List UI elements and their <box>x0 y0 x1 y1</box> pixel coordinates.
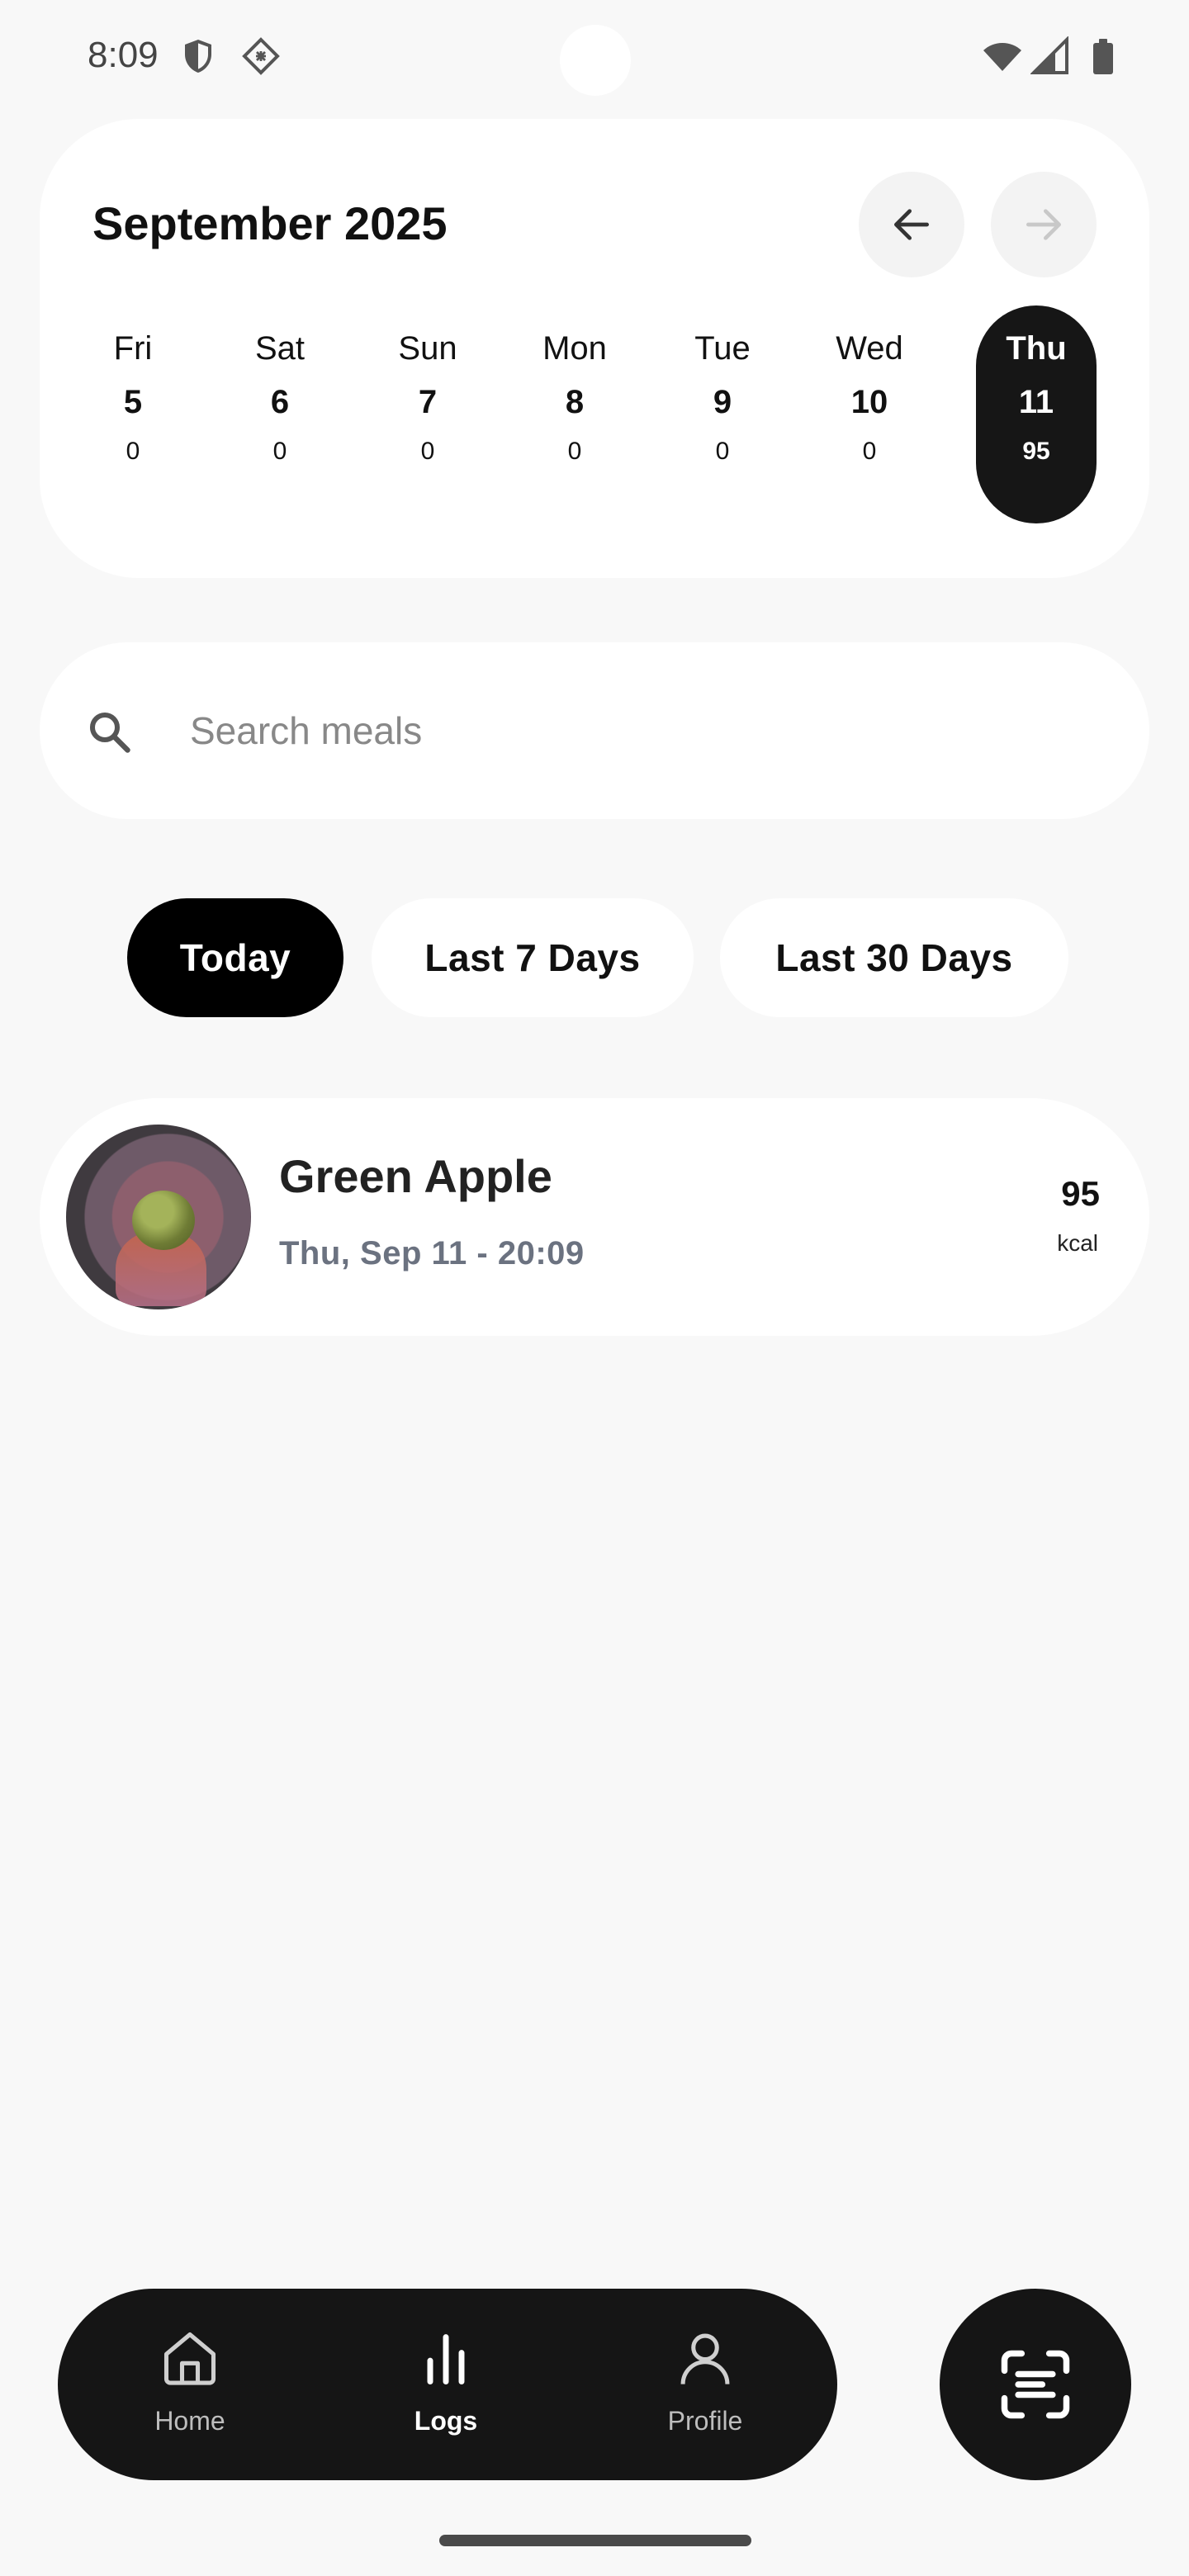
day-name: Sat <box>254 330 306 367</box>
meal-photo-apple <box>132 1191 195 1250</box>
previous-week-button[interactable] <box>859 172 964 277</box>
day-kcal: 0 <box>567 438 582 465</box>
wifi-icon <box>983 43 1021 71</box>
status-time: 8:09 <box>88 35 159 75</box>
day-kcal: 95 <box>1022 438 1050 465</box>
day-tue[interactable]: Tue 9 0 <box>662 305 783 523</box>
nav-label: Home <box>154 2406 225 2436</box>
day-kcal: 0 <box>420 438 435 465</box>
person-icon <box>680 2333 730 2384</box>
day-sat[interactable]: Sat 6 0 <box>220 305 340 523</box>
meal-time: Thu, Sep 11 - 20:09 <box>279 1235 585 1271</box>
meal-name: Green Apple <box>279 1150 552 1202</box>
bar-chart-icon <box>427 2334 465 2384</box>
nav-label: Profile <box>667 2406 743 2436</box>
next-week-button[interactable] <box>991 172 1097 277</box>
filter-chip-last-7-days[interactable]: Last 7 Days <box>372 898 694 1017</box>
calendar-card: September 2025 Fri 5 0 Sat 6 0 Sun 7 0 M… <box>40 119 1149 578</box>
chip-label: Today <box>179 936 291 979</box>
day-name: Mon <box>542 330 607 367</box>
day-kcal: 0 <box>862 438 877 465</box>
home-indicator[interactable] <box>439 2535 751 2546</box>
search-icon <box>90 713 130 753</box>
search-bar <box>40 642 1149 819</box>
camera-cutout <box>560 25 631 96</box>
day-fri[interactable]: Fri 5 0 <box>73 305 193 523</box>
scan-icon <box>1001 2350 1070 2419</box>
day-name: Tue <box>694 330 751 367</box>
nav-logs[interactable]: Logs <box>363 2289 528 2480</box>
meal-list-item[interactable]: Green Apple Thu, Sep 11 - 20:09 95 kcal <box>40 1098 1149 1336</box>
arrow-left-icon <box>894 209 929 240</box>
meal-kcal-unit: kcal <box>1057 1230 1098 1256</box>
week-days-row: Fri 5 0 Sat 6 0 Sun 7 0 Mon 8 0 Tue 9 0 … <box>40 305 1149 523</box>
nav-home[interactable]: Home <box>107 2289 272 2480</box>
day-number: 9 <box>713 384 732 420</box>
day-number: 7 <box>418 384 438 420</box>
arrow-right-icon <box>1026 209 1061 240</box>
nav-label: Logs <box>414 2406 478 2436</box>
month-title: September 2025 <box>92 197 448 249</box>
day-sun[interactable]: Sun 7 0 <box>367 305 488 523</box>
day-kcal: 0 <box>272 438 287 465</box>
day-wed[interactable]: Wed 10 0 <box>809 305 930 523</box>
day-number: 11 <box>1018 384 1054 420</box>
bottom-navigation: Home Logs Profile <box>58 2289 837 2480</box>
day-thu-selected[interactable]: Thu 11 95 <box>976 305 1097 523</box>
day-kcal: 0 <box>715 438 730 465</box>
chip-label: Last 7 Days <box>424 936 641 979</box>
meal-photo <box>66 1125 251 1309</box>
chip-label: Last 30 Days <box>775 936 1013 979</box>
day-name: Wed <box>836 330 903 367</box>
search-input[interactable] <box>190 692 1098 769</box>
app-screen: 8:09 September 2025 Fri 5 0 Sat 6 0 Sun … <box>0 0 1189 2576</box>
day-number: 10 <box>850 384 888 420</box>
filter-chip-today[interactable]: Today <box>127 898 343 1017</box>
scan-meal-button[interactable] <box>940 2289 1131 2480</box>
day-mon[interactable]: Mon 8 0 <box>514 305 635 523</box>
shield-icon <box>185 40 211 73</box>
home-icon <box>163 2332 216 2385</box>
vpn-diamond-icon <box>242 37 280 75</box>
signal-icon <box>1030 36 1068 74</box>
status-bar: 8:09 <box>0 0 1189 116</box>
day-number: 6 <box>270 384 290 420</box>
day-name: Sun <box>398 330 457 367</box>
filter-chip-last-30-days[interactable]: Last 30 Days <box>720 898 1068 1017</box>
day-number: 8 <box>565 384 585 420</box>
battery-icon <box>1093 39 1113 74</box>
meal-kcal-value: 95 <box>1061 1174 1100 1213</box>
day-kcal: 0 <box>126 438 140 465</box>
day-name: Fri <box>113 330 153 367</box>
day-name: Thu <box>1006 330 1067 367</box>
nav-profile[interactable]: Profile <box>623 2289 788 2480</box>
day-number: 5 <box>123 384 143 420</box>
